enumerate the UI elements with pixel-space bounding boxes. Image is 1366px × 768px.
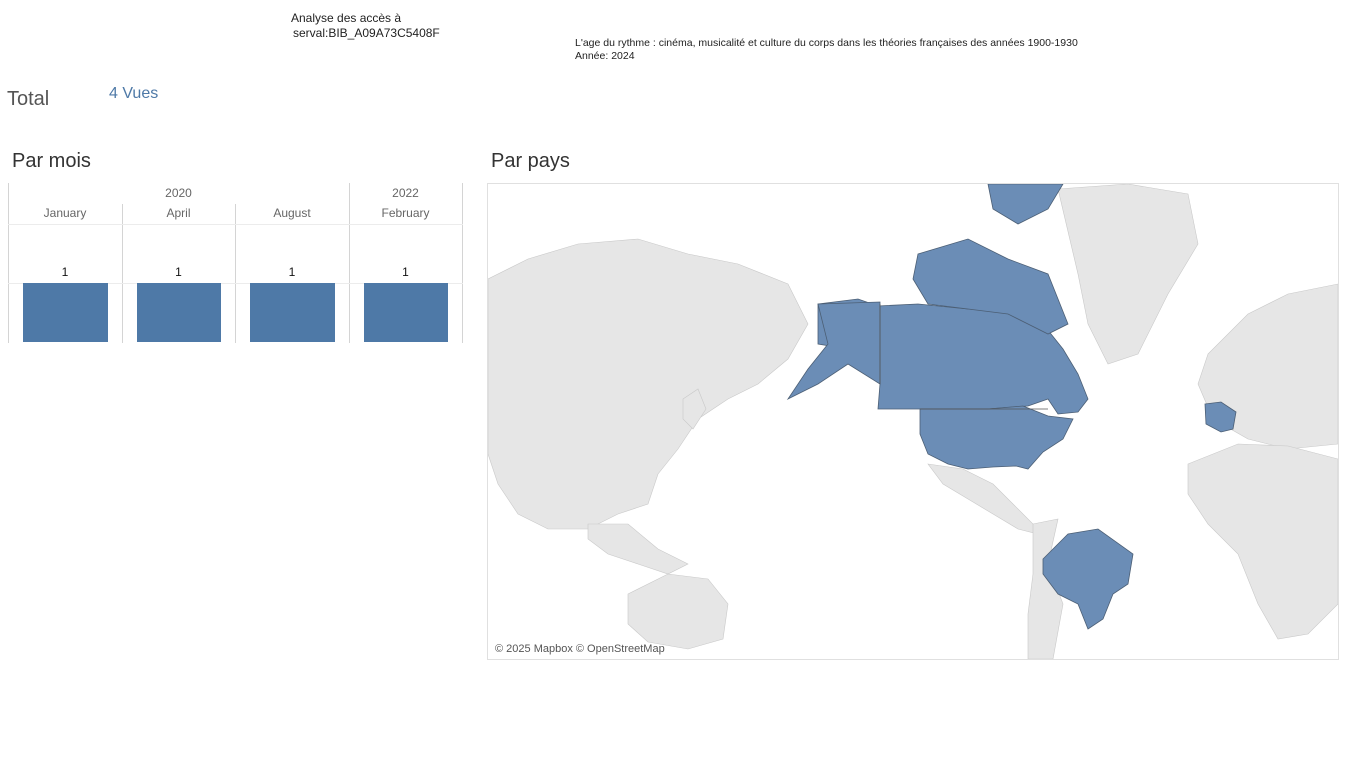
land-southeast-asia [587,523,689,575]
year-header: 2020 [165,186,192,200]
month-header: February [381,206,430,220]
land-europe-asia [488,238,809,530]
document-title: L'age du rythme : cinéma, musicalité et … [575,37,1078,49]
country-canada-far-north[interactable] [987,184,1064,225]
section-title-by-country: Par pays [491,150,570,172]
month-header: April [166,206,191,220]
land-mexico-central-america [927,463,1039,535]
total-label: Total [7,88,50,110]
bar-january[interactable] [23,283,108,342]
document-year: Année: 2024 [575,50,635,62]
year-header: 2022 [392,186,419,200]
land-australia [627,573,729,650]
bar-value-label: 1 [61,265,69,279]
month-header: August [273,206,311,220]
bar-value-label: 1 [288,265,296,279]
record-identifier: serval:BIB_A09A73C5408F [293,26,440,40]
bar-value-label: 1 [402,265,409,279]
land-greenland [1057,184,1199,365]
country-usa[interactable] [919,405,1074,470]
bar-february[interactable] [364,283,448,342]
bar-value-label: 1 [175,265,182,279]
total-views-value: 4 Vues [109,85,159,102]
month-header: January [43,206,87,220]
land-africa [1187,443,1338,640]
page-title-line1: Analyse des accès à [291,11,402,25]
world-map-canvas [488,184,1338,659]
monthly-bar-chart: 2020 2022 January April August February … [8,183,463,343]
chart-grid-line [8,224,463,225]
map-attribution: © 2025 Mapbox © OpenStreetMap [495,643,665,655]
world-map[interactable]: © 2025 Mapbox © OpenStreetMap [487,183,1339,660]
bar-april[interactable] [137,283,221,342]
bar-august[interactable] [250,283,335,342]
section-title-by-month: Par mois [12,150,91,172]
chart-grid-line [462,183,463,343]
